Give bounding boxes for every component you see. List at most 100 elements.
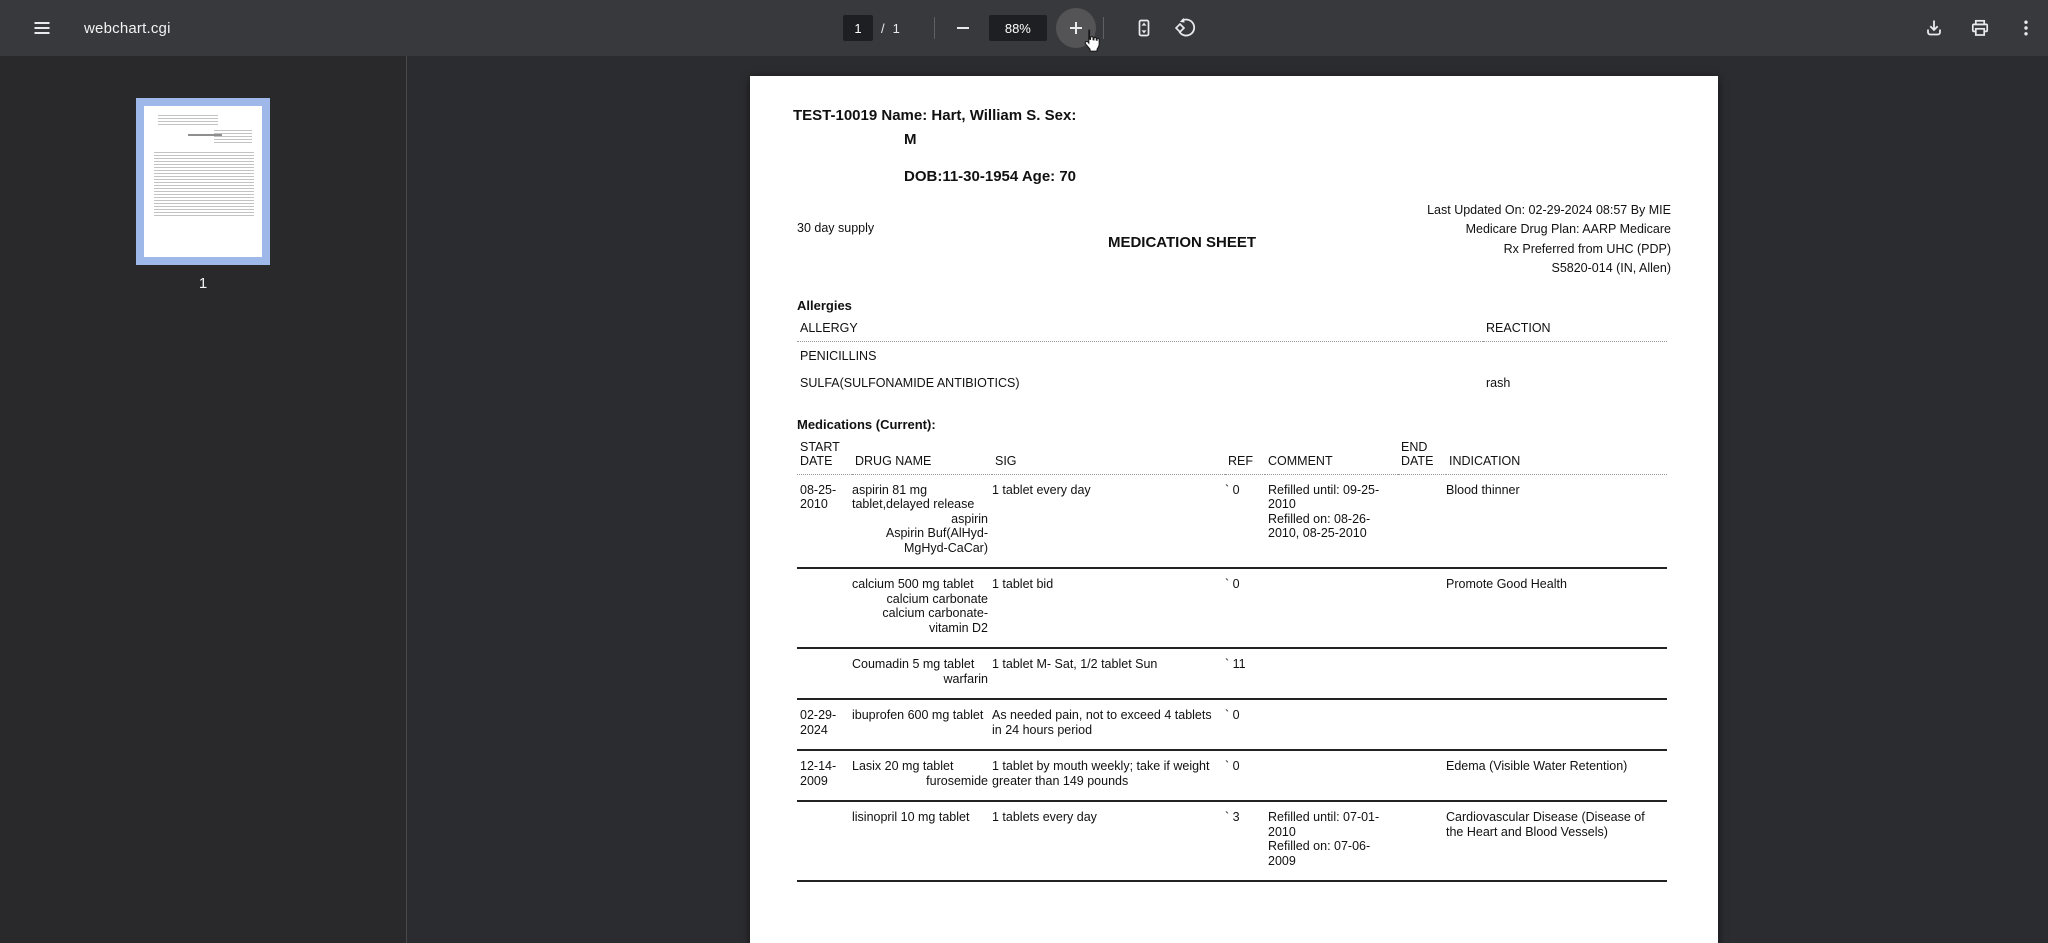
allergy-row: SULFA(SULFONAMIDE ANTIBIOTICS) rash [797,369,1667,396]
ref-header: REF [1228,454,1253,468]
medication-row: Coumadin 5 mg tablet warfarin 1 tablet M… [797,648,1667,699]
sig: 1 tablet bid [992,577,1054,591]
drug-name: Coumadin 5 mg tablet [852,657,975,671]
end-date [1398,648,1446,699]
plus-icon [1066,18,1086,38]
drug-name-cell: lisinopril 10 mg tablet [852,801,992,881]
rotate-icon [1174,17,1197,39]
thumbnail-page-number: 1 [198,275,208,292]
indication: Cardiovascular Disease (Disease of the H… [1446,810,1645,839]
start-header-line1: START [800,439,840,454]
more-options-button[interactable] [2006,8,2046,48]
start-date [797,648,852,699]
comment [1265,750,1398,801]
hamburger-menu-icon [32,18,52,38]
page-total: 1 [892,20,900,36]
fit-to-page-icon [1134,18,1154,38]
toolbar-divider [1102,17,1104,39]
drug-name-cell: aspirin 81 mg tablet,delayed release asp… [852,474,992,568]
comment: Refilled until: 07-01-2010 Refilled on: … [1268,810,1380,868]
sig: 1 tablet M- Sat, 1/2 tablet Sun [992,657,1158,671]
drug-name-cell: calcium 500 mg tablet calcium carbonate … [852,568,992,648]
drug-name: lisinopril 10 mg tablet [852,810,970,824]
print-icon [1970,18,1990,38]
medication-row: 02-29-2024 ibuprofen 600 mg tablet As ne… [797,699,1667,750]
column-header [1446,440,1667,455]
column-header [1225,440,1265,455]
end-date-header: DATE [1401,454,1434,468]
allergy-column-header: ALLERGY [800,320,858,335]
comment [1265,648,1398,699]
print-button[interactable] [1960,8,2000,48]
drug-plan-line: Rx Preferred from UHC (PDP) [1503,241,1671,256]
kebab-menu-icon [2016,18,2036,38]
viewer-body: 1 TEST-10019 Name: Hart, William S. Sex:… [0,56,2048,943]
drug-name-cell: Coumadin 5 mg tablet warfarin [852,648,992,699]
column-header [1265,440,1398,455]
medications-heading: Medications (Current): [797,417,936,432]
minus-icon [953,18,973,38]
fit-to-page-button[interactable] [1124,8,1164,48]
start-date [797,801,852,881]
allergy-reaction: rash [1486,375,1511,390]
comment [1265,699,1398,750]
medication-row: calcium 500 mg tablet calcium carbonate … [797,568,1667,648]
generic-name: calcium carbonate [886,591,988,606]
last-updated-line: Last Updated On: 02-29-2024 08:57 By MIE [1427,203,1671,217]
start-date-header: DATE [800,454,833,468]
sig: As needed pain, not to exceed 4 tablets … [992,708,1212,737]
update-info-block: Last Updated On: 02-29-2024 08:57 By MIE… [1427,201,1671,279]
column-header [992,440,1225,455]
medication-row: 08-25-2010 aspirin 81 mg tablet,delayed … [797,474,1667,568]
zoom-level-input[interactable]: 88% [988,15,1047,41]
menu-button[interactable] [22,8,62,48]
pdf-viewport: TEST-10019 Name: Hart, William S. Sex: M… [407,56,2048,943]
ref: ` 0 [1225,759,1240,773]
start-date [797,568,852,648]
end-date [1398,474,1446,568]
allergies-heading: Allergies [797,298,852,313]
allergy-row: PENICILLINS [797,342,1667,369]
drug-name: aspirin 81 mg tablet,delayed release [852,482,975,512]
generic-name: warfarin [943,671,988,686]
medication-row: lisinopril 10 mg tablet 1 tablets every … [797,801,1667,881]
end-header-line1: END [1401,439,1428,454]
indication: Blood thinner [1446,482,1520,497]
generic-name: aspirin [951,511,988,526]
ref: ` 0 [1225,482,1240,497]
patient-header: TEST-10019 Name: Hart, William S. Sex: M… [793,104,1667,189]
page-separator: / [881,20,885,36]
generic-name: furosemide [926,773,988,788]
drug-name-header: DRUG NAME [855,454,932,468]
toolbar-left: webchart.cgi [0,8,171,48]
drug-name: Lasix 20 mg tablet [852,759,954,773]
page-number-input[interactable]: 1 [843,15,873,41]
sig: 1 tablet every day [992,482,1091,497]
patient-sex-value: M [904,131,917,148]
medications-table: START END DATE DRUG NAME SIG REF COMMENT [797,440,1667,883]
document-title: webchart.cgi [84,19,171,37]
indication [1446,699,1667,750]
patient-dob-age: DOB:11-30-1954 Age: 70 [904,168,1077,185]
end-date [1398,750,1446,801]
page-thumbnail[interactable] [136,98,270,265]
page-count: / 1 [881,21,900,36]
comment: Refilled until: 09-25-2010 Refilled on: … [1268,482,1380,541]
medication-row: 12-14-2009 Lasix 20 mg tablet furosemide… [797,750,1667,801]
ref: ` 11 [1225,657,1246,671]
drug-plan-line: Medicare Drug Plan: AARP Medicare [1465,222,1671,237]
start-date: 08-25-2010 [800,482,837,512]
comment-header: COMMENT [1268,454,1333,468]
ref: ` 0 [1225,577,1240,591]
download-button[interactable] [1914,8,1954,48]
sheet-info-row: 30 day supply MEDICATION SHEET Last Upda… [797,201,1671,293]
zoom-in-button[interactable] [1054,6,1098,50]
zoom-out-button[interactable] [943,8,983,48]
rotate-button[interactable] [1166,8,1206,48]
reaction-column-header: REACTION [1486,320,1551,335]
end-date [1398,568,1446,648]
indication [1446,648,1667,699]
thumbnail-sidebar: 1 [0,56,407,943]
start-date: 12-14-2009 [800,759,837,788]
generic-name: Aspirin Buf(AlHyd-MgHyd-CaCar) [885,526,988,555]
